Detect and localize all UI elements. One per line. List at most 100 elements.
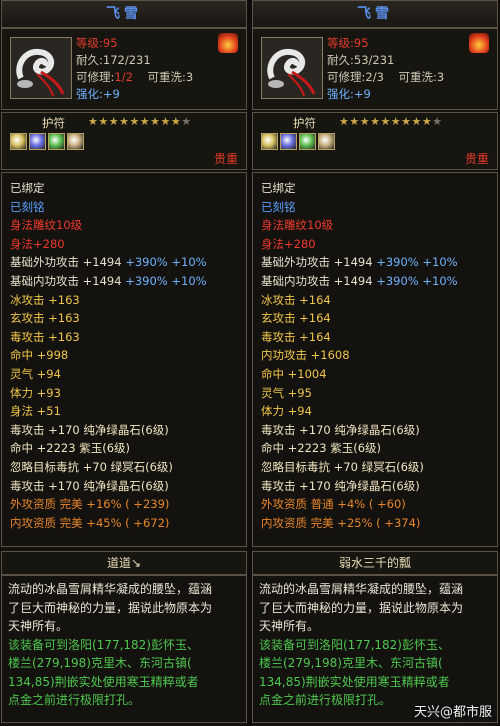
item-tooltip-left: 飞雪 等级:95 耐久:172/231 可修理:1/2 可重洗:3 强化:+9 …	[1, 0, 247, 726]
attribute-text: 体力 +94	[261, 404, 312, 419]
watermark: 天兴@都市服	[413, 705, 492, 720]
attribute-line: 命中 +2223 紫玉(6级)	[10, 439, 246, 458]
attribute-text: 忽略目标毒抗 +70 绿冥石(6级)	[10, 459, 173, 474]
socket-hint-line: 点金之前进行极限打孔。	[8, 693, 141, 707]
attribute-line: 身法+280	[10, 235, 246, 254]
attribute-bonus: +390% +10%	[372, 273, 458, 288]
attribute-line: 玄攻击 +164	[261, 309, 497, 328]
attribute-text: 已绑定	[10, 181, 45, 195]
rewash-count: 可重洗:3	[398, 70, 445, 84]
item-name: 飞雪	[1, 0, 247, 28]
attribute-bonus: +390% +10%	[121, 255, 207, 270]
attribute-line: 内攻资质 完美 +45% ( +672)	[10, 514, 246, 533]
attribute-line: 玄攻击 +163	[10, 309, 246, 328]
attribute-text: 毒攻击 +164	[261, 329, 331, 344]
gem-slot-icon[interactable]	[67, 133, 84, 150]
gem-slot-icon[interactable]	[29, 133, 46, 150]
rune-label: 护符	[293, 116, 316, 130]
attribute-line: 身法 +51	[10, 402, 246, 421]
attribute-bonus: +390% +10%	[372, 255, 458, 270]
socket-hint-line: 该装备可到洛阳(177,182)彭怀玉、	[259, 637, 450, 652]
attribute-text: 灵气 +94	[10, 366, 61, 381]
repair-value: 1/2	[114, 70, 133, 84]
attribute-line: 已绑定	[261, 179, 497, 198]
socket-hint-line: 该装备可到洛阳(177,182)彭怀玉、	[8, 637, 199, 652]
attribute-text: 已刻铭	[10, 199, 45, 214]
attribute-line: 基础外功攻击 +1494 +390% +10%	[10, 253, 246, 272]
star-on: ★★★★★★★★★	[339, 115, 433, 128]
attribute-text: 灵气 +95	[261, 385, 312, 400]
attribute-text: 内攻资质 完美 +25% ( +374)	[261, 515, 421, 530]
gem-slot-icon[interactable]	[261, 133, 278, 150]
gem-slot-icon[interactable]	[10, 133, 27, 150]
attribute-line: 基础外功攻击 +1494 +390% +10%	[261, 253, 497, 272]
durability: 耐久:53/231	[327, 53, 395, 67]
enhance-label: 强化:	[327, 87, 354, 101]
attribute-text: 外攻资质 普通 +4% ( +60)	[261, 497, 406, 512]
rewash-count: 可重洗:3	[147, 70, 194, 84]
crafter-name: 道道↘	[1, 551, 247, 575]
attribute-text: 冰攻击 +163	[10, 292, 80, 307]
attribute-line: 身法雕纹10级	[261, 216, 497, 235]
attribute-list: 已绑定已刻铭身法雕纹10级 身法+280 基础外功攻击 +1494 +390% +1…	[1, 172, 247, 547]
attribute-line: 毒攻击 +164	[261, 328, 497, 347]
item-name: 飞雪	[252, 0, 498, 28]
socket-hint-line: 134,85)荆嵌实处使用寒玉精粹或者	[259, 674, 450, 689]
gem-slot-icon[interactable]	[299, 133, 316, 150]
attribute-text: 玄攻击 +164	[261, 311, 331, 326]
attribute-line: 灵气 +94	[10, 365, 246, 384]
level-value: :95	[99, 36, 118, 50]
description-line: 了巨大而神秘的力量，据说此物原本为	[259, 600, 464, 615]
attribute-text: 外攻资质 完美 +16% ( +239)	[10, 497, 170, 512]
attribute-line: 命中 +1004	[261, 365, 497, 384]
attribute-line: 毒攻击 +170 纯净绿晶石(6级)	[10, 477, 246, 496]
attribute-text: 已绑定	[261, 181, 296, 195]
gem-slot-icon[interactable]	[48, 133, 65, 150]
repair-label: 可修理:	[76, 70, 115, 84]
attribute-line: 冰攻击 +163	[10, 291, 246, 310]
gem-slot-icon[interactable]	[280, 133, 297, 150]
attribute-text: 毒攻击 +170 纯净绿晶石(6级)	[10, 422, 169, 437]
item-portrait-icon[interactable]	[261, 37, 323, 99]
attribute-text: 身法+280	[261, 236, 316, 251]
level-label: 等级	[327, 36, 350, 50]
attribute-line: 忽略目标毒抗 +70 绿冥石(6级)	[10, 458, 246, 477]
description-line: 天神所有。	[259, 619, 320, 633]
socket-hint-line: 楼兰(279,198)克里木、东河古镇(	[259, 656, 443, 670]
attribute-line: 冰攻击 +164	[261, 291, 497, 310]
item-portrait-icon[interactable]	[10, 37, 72, 99]
attribute-line: 体力 +94	[261, 402, 497, 421]
attribute-line: 毒攻击 +170 纯净绿晶石(6级)	[261, 421, 497, 440]
attribute-line: 外攻资质 完美 +16% ( +239)	[10, 495, 246, 514]
attribute-text: 身法 +51	[10, 404, 61, 419]
rune-label: 护符	[42, 116, 65, 130]
star-rating: ★★★★★★★★★★	[339, 115, 443, 128]
attribute-text: 身法雕纹10级	[261, 218, 334, 233]
attribute-line: 毒攻击 +170 纯净绿晶石(6级)	[10, 421, 246, 440]
star-rating: ★★★★★★★★★★	[88, 115, 192, 128]
attribute-line: 身法雕纹10级	[10, 216, 246, 235]
attribute-line: 已刻铭	[10, 198, 246, 217]
crafter-name: 弱水三千的瓢	[252, 551, 498, 575]
attribute-text: 身法+280	[10, 236, 65, 251]
item-tooltip-right: 飞雪 等级:95 耐久:53/231 可修理:2/3 可重洗:3 强化:+9 护…	[252, 0, 498, 726]
attribute-line: 灵气 +95	[261, 384, 497, 403]
attribute-text: 基础内功攻击 +1494	[10, 273, 122, 288]
attribute-line: 已绑定	[10, 179, 246, 198]
attribute-bonus: +390% +10%	[121, 273, 207, 288]
level-value: :95	[350, 36, 369, 50]
attribute-text: 玄攻击 +163	[10, 311, 80, 326]
gem-slot-icon[interactable]	[318, 133, 335, 150]
attribute-line: 基础内功攻击 +1494 +390% +10%	[10, 272, 246, 291]
attribute-line: 内攻资质 完美 +25% ( +374)	[261, 514, 497, 533]
attribute-text: 冰攻击 +164	[261, 292, 331, 307]
attribute-line: 命中 +998	[10, 346, 246, 365]
attribute-text: 命中 +2223 紫玉(6级)	[10, 441, 131, 456]
attribute-line: 内功攻击 +1608	[261, 346, 497, 365]
item-description: 流动的冰晶雪屑精华凝成的腰坠，蕴涵 了巨大而神秘的力量，据说此物原本为 天神所有。该…	[1, 575, 247, 723]
rarity-label: 贵重	[213, 152, 238, 166]
attribute-text: 毒攻击 +170 纯净绿晶石(6级)	[10, 478, 169, 493]
attribute-text: 毒攻击 +170 纯净绿晶石(6级)	[261, 422, 420, 437]
description-line: 流动的冰晶雪屑精华凝成的腰坠，蕴涵	[8, 582, 213, 596]
gem-slots	[261, 133, 337, 150]
